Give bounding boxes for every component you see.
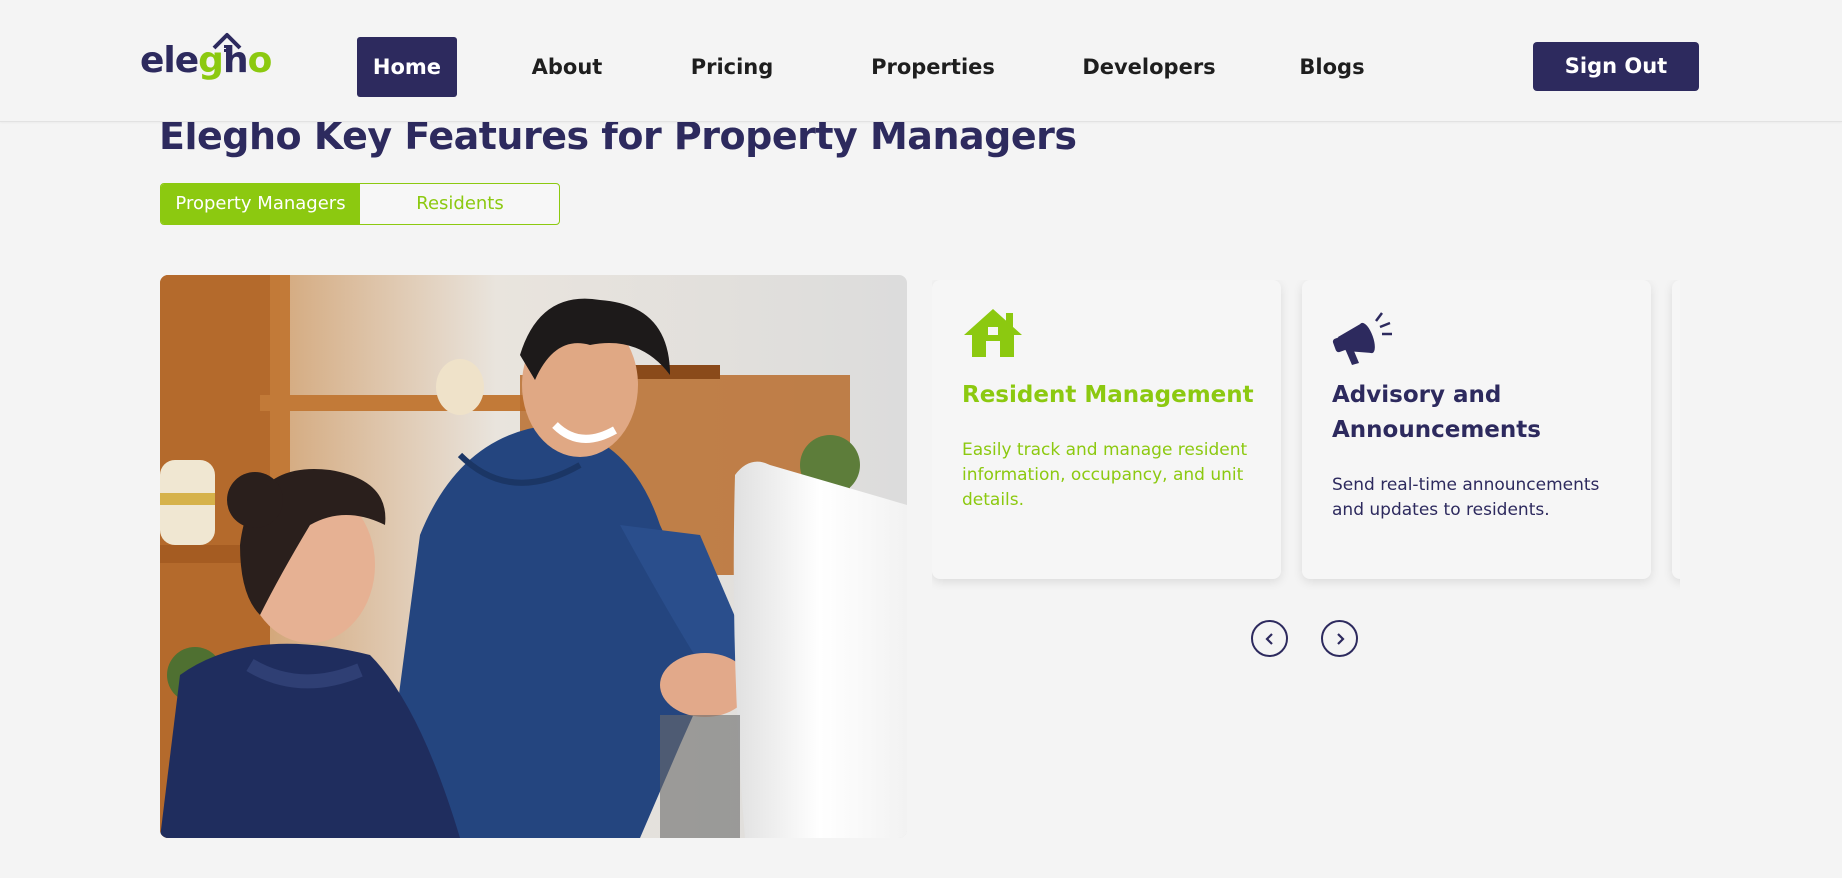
tab-property-managers[interactable]: Property Managers [161, 184, 360, 224]
card-description: Send real-time announcements and updates… [1332, 475, 1600, 520]
audience-tabs: Property Managers Residents [160, 183, 560, 225]
office-scene-image [160, 275, 907, 838]
logo-text-o: o [247, 40, 273, 81]
nav-developers[interactable]: Developers [1069, 37, 1229, 97]
megaphone-icon [1332, 312, 1392, 365]
nav-home[interactable]: Home [357, 37, 457, 97]
features-carousel: Resident Management Easily track and man… [932, 280, 1680, 590]
nav-properties[interactable]: Properties [863, 37, 1003, 97]
feature-card-partial[interactable] [1672, 280, 1680, 579]
sign-out-button[interactable]: Sign Out [1533, 42, 1699, 91]
site-header: elegho Home About Pricing Properties Dev… [0, 0, 1842, 122]
carousel-next-button[interactable] [1321, 620, 1358, 657]
nav-blogs[interactable]: Blogs [1287, 37, 1377, 97]
card-title: Advisory and Announcements [1332, 382, 1541, 443]
card-title: Resident Management [962, 382, 1254, 408]
logo-roof-icon [212, 33, 242, 52]
logo-text-ele: ele [140, 40, 199, 81]
house-icon [964, 309, 1022, 357]
card-description: Easily track and manage resident informa… [962, 440, 1248, 510]
feature-photo [160, 275, 907, 838]
tab-residents[interactable]: Residents [361, 184, 559, 224]
chevron-right-icon [1336, 632, 1345, 645]
feature-card-resident-management[interactable]: Resident Management Easily track and man… [932, 280, 1281, 579]
nav-pricing[interactable]: Pricing [682, 37, 782, 97]
carousel-prev-button[interactable] [1251, 620, 1288, 657]
chevron-left-icon [1264, 632, 1273, 645]
elegho-logo[interactable]: elegho [140, 33, 273, 86]
feature-card-advisory-announcements[interactable]: Advisory and Announcements Send real-tim… [1302, 280, 1651, 579]
nav-about[interactable]: About [517, 37, 617, 97]
